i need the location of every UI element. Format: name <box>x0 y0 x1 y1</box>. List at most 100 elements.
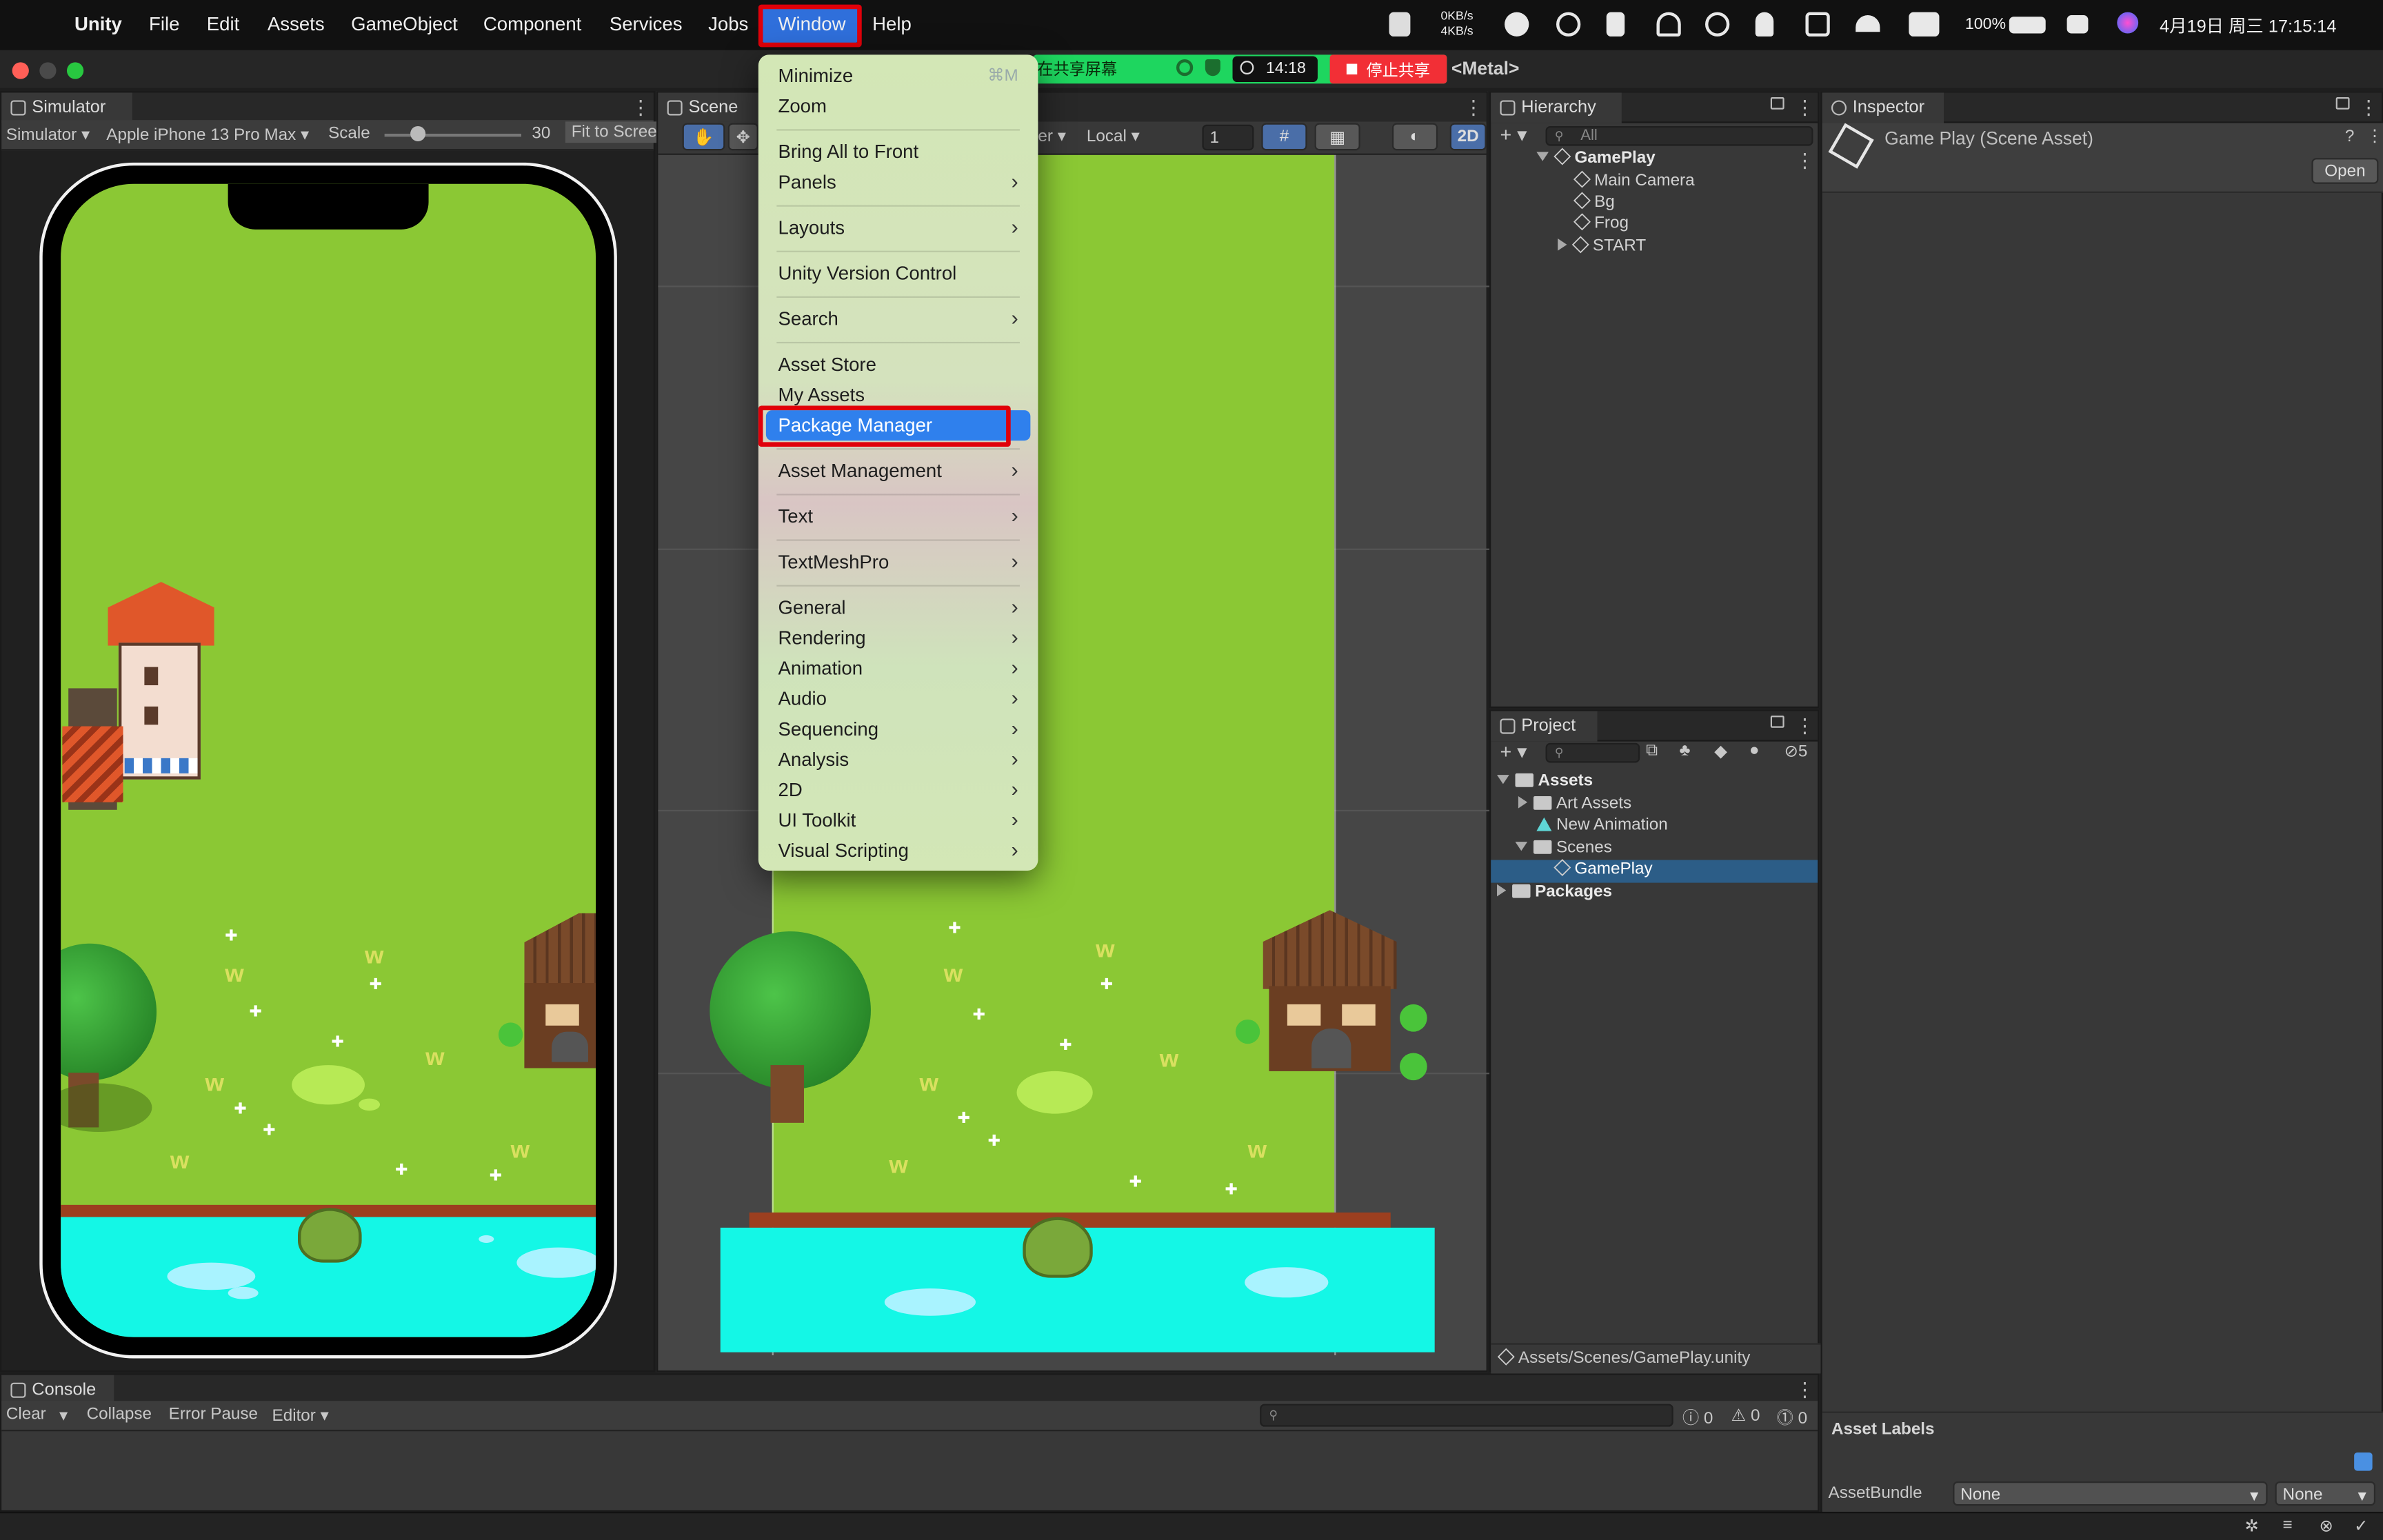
search-by-type-icon[interactable]: ⧉ <box>1646 742 1658 762</box>
hierarchy-item-bg[interactable]: Bg <box>1491 192 1818 214</box>
tab-simulator[interactable]: Simulator <box>1 92 132 123</box>
device-dropdown[interactable]: Apple iPhone 13 Pro Max ▾ <box>106 125 309 144</box>
menu-services[interactable]: Services <box>610 14 683 35</box>
clear-button[interactable]: Clear <box>6 1406 46 1424</box>
2d-mode-toggle[interactable]: 2D <box>1449 123 1487 151</box>
expand-arrow-icon[interactable] <box>1518 796 1528 809</box>
scene-frog-sprite[interactable] <box>1023 1217 1093 1278</box>
hierarchy-search-input[interactable]: ⚲ All <box>1545 125 1813 146</box>
menu-item-2d[interactable]: 2D › <box>766 775 1031 805</box>
menu-item-search[interactable]: Search › <box>766 304 1031 334</box>
tab-hierarchy[interactable]: Hierarchy <box>1491 92 1622 123</box>
settings-more-icon[interactable]: ⋮ <box>2366 126 2383 145</box>
menu-gameobject[interactable]: GameObject <box>351 14 458 35</box>
bug-icon[interactable]: ✲ <box>2244 1517 2258 1536</box>
wifi-icon[interactable] <box>1856 15 1880 32</box>
space-dropdown[interactable]: Local ▾ <box>1087 126 1140 145</box>
hierarchy-item-frog[interactable]: Frog <box>1491 213 1818 236</box>
menu-item-panels[interactable]: Panels › <box>766 167 1031 197</box>
project-item-new-animation[interactable]: New Animation <box>1491 816 1818 838</box>
menu-item-unity-version-control[interactable]: Unity Version Control <box>766 259 1031 289</box>
control-center-icon[interactable] <box>2067 15 2089 34</box>
headphones-icon[interactable] <box>1656 12 1681 37</box>
menu-item-layouts[interactable]: Layouts › <box>766 213 1031 243</box>
cache-server-icon[interactable]: ≡ <box>2283 1517 2293 1534</box>
menu-jobs[interactable]: Jobs <box>708 14 748 35</box>
menu-item-animation[interactable]: Animation › <box>766 654 1031 684</box>
hidden-packages-icon[interactable]: ⊘5 <box>1784 742 1808 761</box>
project-folder-packages[interactable]: Packages <box>1491 883 1818 904</box>
scale-slider-track[interactable] <box>384 133 522 137</box>
wechat-icon[interactable] <box>1505 12 1529 37</box>
menu-item-sequencing[interactable]: Sequencing › <box>766 714 1031 744</box>
inspector-more-icon[interactable]: ⋮ <box>2359 96 2379 120</box>
close-window-button[interactable] <box>12 62 29 79</box>
scene-more-icon[interactable]: ⋮ <box>1464 96 1484 120</box>
menu-item-audio[interactable]: Audio › <box>766 684 1031 714</box>
project-more-icon[interactable]: ⋮ <box>1795 714 1815 738</box>
expand-arrow-icon[interactable] <box>1497 775 1509 784</box>
tab-project[interactable]: Project <box>1491 711 1598 742</box>
user-icon[interactable] <box>1755 12 1774 37</box>
fit-to-screen-button[interactable]: Fit to Screen <box>565 121 657 143</box>
warning-icon[interactable]: ● <box>1749 742 1760 760</box>
play-circle-icon[interactable] <box>1705 12 1730 37</box>
console-search-input[interactable]: ⚲ <box>1260 1404 1673 1427</box>
translate-icon[interactable] <box>1805 12 1830 37</box>
menu-item-asset-store[interactable]: Asset Store <box>766 349 1031 380</box>
help-icon[interactable]: ? <box>2345 128 2355 145</box>
menu-assets[interactable]: Assets <box>268 14 325 35</box>
draw-mode-icon[interactable]: ◐ <box>1391 123 1438 151</box>
error-count-toggle[interactable]: ⓵ 0 <box>1777 1406 1807 1430</box>
menu-item-general[interactable]: General › <box>766 593 1031 623</box>
expand-arrow-icon[interactable] <box>1558 239 1567 251</box>
editor-dropdown[interactable]: Editor ▾ <box>272 1406 329 1425</box>
menu-file[interactable]: File <box>149 14 179 35</box>
expand-arrow-icon[interactable] <box>1497 884 1507 897</box>
pivot-dropdown[interactable]: er ▾ <box>1038 126 1065 145</box>
simulator-mode-dropdown[interactable]: Simulator ▾ <box>6 125 90 144</box>
network-icon[interactable]: ⊗ <box>2319 1517 2333 1536</box>
console-more-icon[interactable]: ⋮ <box>1795 1378 1815 1402</box>
input-method-icon[interactable] <box>1909 12 1940 37</box>
hand-tool-icon[interactable]: ✋ <box>682 123 725 151</box>
project-create-button[interactable]: + ▾ <box>1500 740 1527 764</box>
menu-item-rendering[interactable]: Rendering › <box>766 623 1031 654</box>
move-tool-icon[interactable]: ✥ <box>727 123 758 151</box>
tab-scene[interactable]: Scene <box>658 92 758 123</box>
zoom-window-button[interactable] <box>66 62 84 79</box>
menu-item-asset-management[interactable]: Asset Management › <box>766 456 1031 486</box>
scale-slider-thumb[interactable] <box>410 125 426 141</box>
expand-arrow-icon[interactable] <box>1515 842 1528 851</box>
menu-item-analysis[interactable]: Analysis › <box>766 744 1031 775</box>
project-folder-scenes[interactable]: Scenes <box>1491 839 1818 860</box>
warning-count-toggle[interactable]: ⚠ 0 <box>1731 1406 1760 1425</box>
hierarchy-root[interactable]: GamePlay <box>1491 148 1818 170</box>
menu-help[interactable]: Help <box>872 14 912 35</box>
grid-snap-icon[interactable]: # <box>1261 123 1307 151</box>
lock-icon[interactable] <box>1770 97 1784 110</box>
menu-edit[interactable]: Edit <box>207 14 239 35</box>
hierarchy-item-main-camera[interactable]: Main Camera <box>1491 170 1818 193</box>
stop-sharing-button[interactable]: 停止共享 <box>1329 54 1447 84</box>
filter-by-label-icon[interactable]: ◆ <box>1714 742 1727 761</box>
open-button[interactable]: Open <box>2311 158 2379 184</box>
expand-arrow-icon[interactable] <box>1536 152 1549 161</box>
menu-item-ui-toolkit[interactable]: UI Toolkit › <box>766 805 1031 835</box>
menu-item-text[interactable]: Text › <box>766 501 1031 531</box>
collapse-button[interactable]: Collapse <box>87 1406 152 1424</box>
clear-options-dropdown[interactable]: ▾ <box>59 1406 68 1425</box>
app-name-menu[interactable]: Unity <box>74 14 122 35</box>
tab-inspector[interactable]: Inspector <box>1822 92 1944 123</box>
menu-component[interactable]: Component <box>483 14 581 35</box>
simulator-more-icon[interactable]: ⋮ <box>631 96 651 120</box>
progress-check-icon[interactable]: ✓ <box>2354 1517 2368 1536</box>
menu-item-textmeshpro[interactable]: TextMeshPro › <box>766 547 1031 577</box>
project-folder-art-assets[interactable]: Art Assets <box>1491 795 1818 816</box>
menu-item-visual-scripting[interactable]: Visual Scripting › <box>766 835 1031 866</box>
lock-icon[interactable] <box>2335 97 2350 110</box>
project-search-input[interactable]: ⚲ <box>1545 742 1640 763</box>
menu-item-minimize[interactable]: Minimize ⌘M <box>766 61 1031 91</box>
project-item-gameplay-scene[interactable]: GamePlay <box>1491 859 1818 883</box>
menu-item-bring-all-to-front[interactable]: Bring All to Front <box>766 136 1031 167</box>
